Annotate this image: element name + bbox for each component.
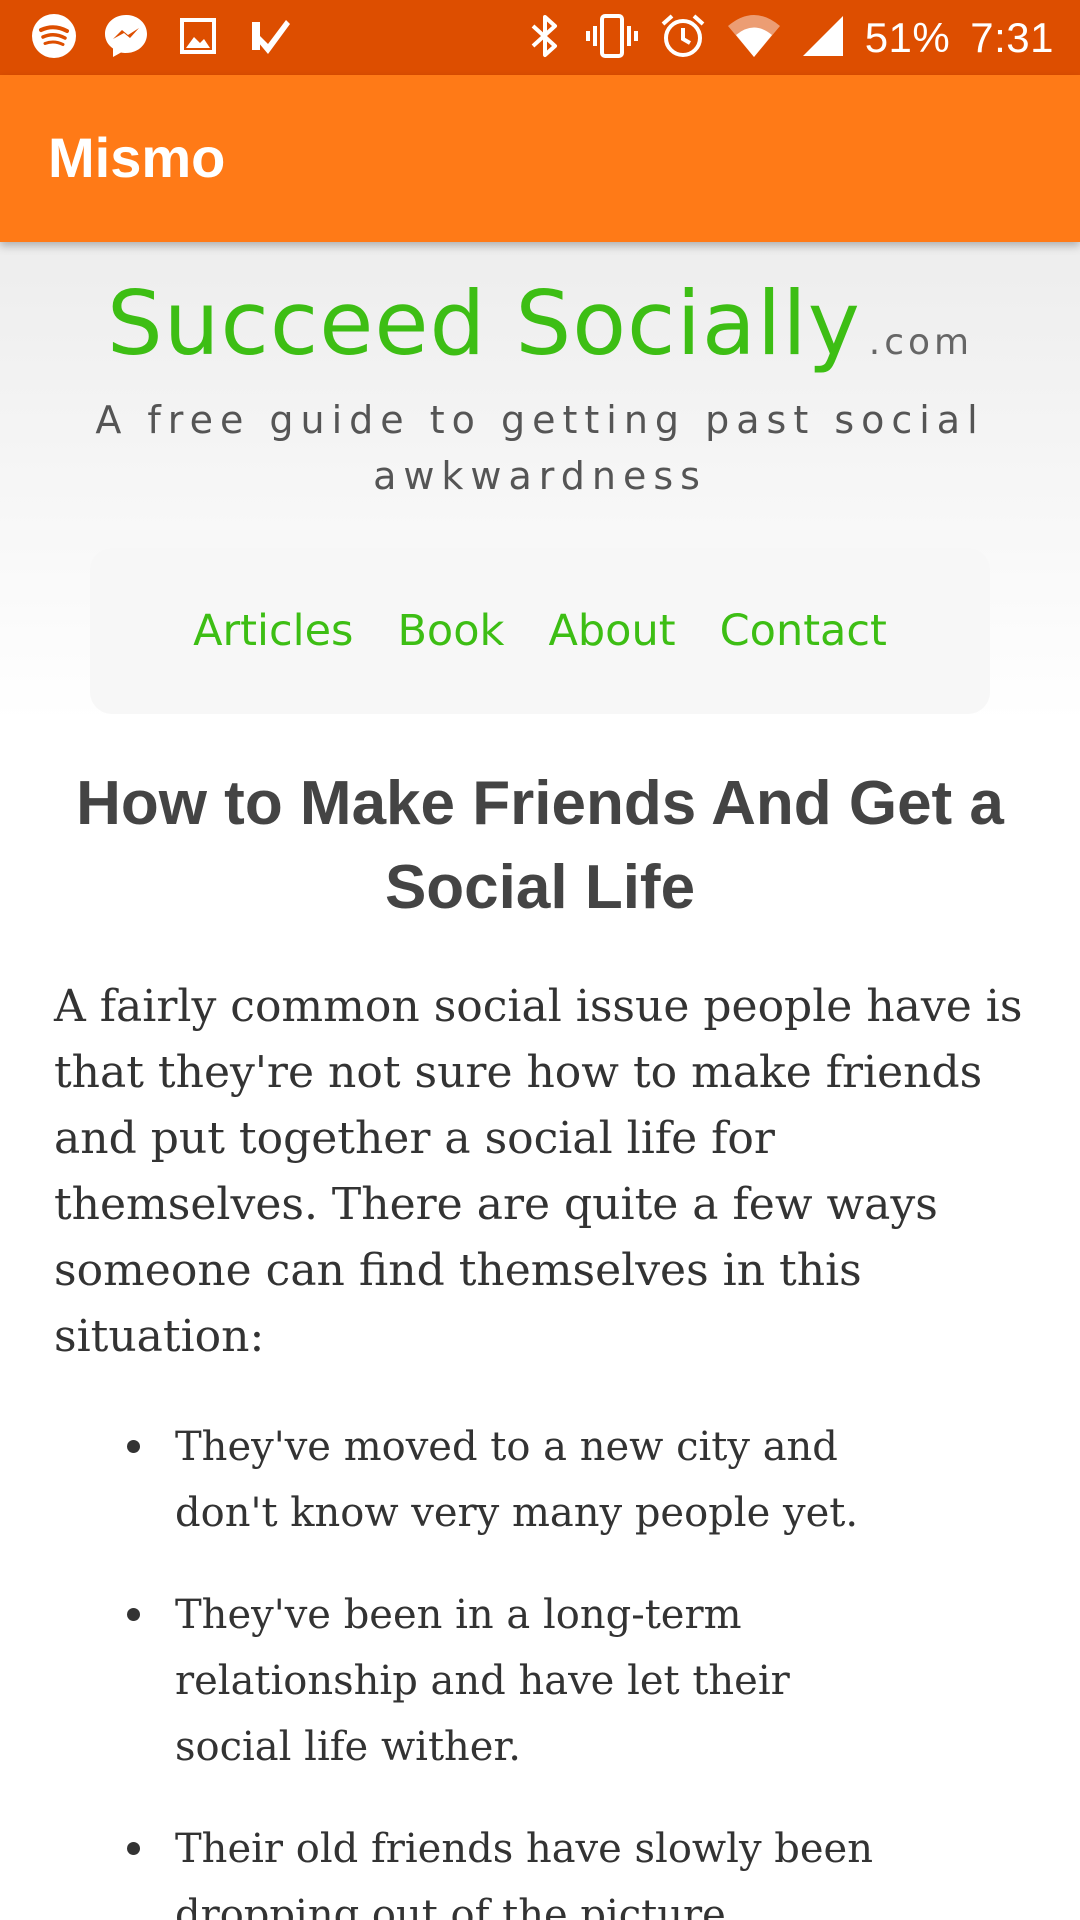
gallery-icon bbox=[174, 12, 222, 65]
bluetooth-icon bbox=[525, 12, 565, 65]
messenger-icon bbox=[102, 12, 150, 65]
list-item: They've moved to a new city and don't kn… bbox=[0, 1414, 905, 1546]
alarm-icon bbox=[659, 12, 707, 65]
site-header: Succeed Socially .com A free guide to get… bbox=[0, 242, 1080, 722]
system-status: 51% 7:31 bbox=[525, 12, 1054, 64]
situation-list: They've moved to a new city and don't kn… bbox=[0, 1414, 1080, 1920]
nav-link-about[interactable]: About bbox=[548, 606, 675, 656]
signal-icon bbox=[801, 14, 845, 63]
wifi-icon bbox=[727, 14, 781, 63]
article-title: How to Make Friends And Get a Social Lif… bbox=[76, 769, 1004, 922]
site-domain-suffix: .com bbox=[868, 322, 974, 363]
bullet-dot bbox=[127, 1842, 140, 1855]
spotify-icon bbox=[30, 12, 78, 65]
status-bar: 51% 7:31 bbox=[0, 0, 1080, 75]
nav-link-book[interactable]: Book bbox=[397, 606, 504, 656]
task-check-icon bbox=[246, 12, 294, 65]
vibrate-icon bbox=[585, 12, 639, 65]
site-title[interactable]: Succeed Socially bbox=[107, 272, 861, 375]
list-item-text: They've been in a long-term relationship… bbox=[175, 1592, 790, 1770]
web-content[interactable]: Succeed Socially .com A free guide to get… bbox=[0, 242, 1080, 1920]
app-title: Mismo bbox=[48, 126, 226, 189]
list-item-text: Their old friends have slowly been dropp… bbox=[175, 1826, 873, 1920]
battery-percent: 51% bbox=[864, 14, 951, 61]
clock: 7:31 bbox=[970, 14, 1054, 61]
site-nav: Articles Book About Contact bbox=[90, 548, 990, 714]
site-title-row: Succeed Socially .com bbox=[0, 272, 1080, 375]
app-bar: Mismo bbox=[0, 75, 1080, 242]
nav-link-contact[interactable]: Contact bbox=[720, 606, 887, 656]
bullet-dot bbox=[127, 1608, 140, 1621]
list-item-text: They've moved to a new city and don't kn… bbox=[175, 1424, 859, 1536]
list-item: Their old friends have slowly been dropp… bbox=[0, 1816, 905, 1920]
notification-icons bbox=[30, 12, 294, 65]
list-item: They've been in a long-term relationship… bbox=[0, 1582, 905, 1780]
bullet-dot bbox=[127, 1440, 140, 1453]
article-intro: A fairly common social issue people have… bbox=[54, 981, 1023, 1362]
site-tagline: A free guide to getting past social awkw… bbox=[95, 398, 985, 498]
nav-link-articles[interactable]: Articles bbox=[193, 606, 353, 656]
